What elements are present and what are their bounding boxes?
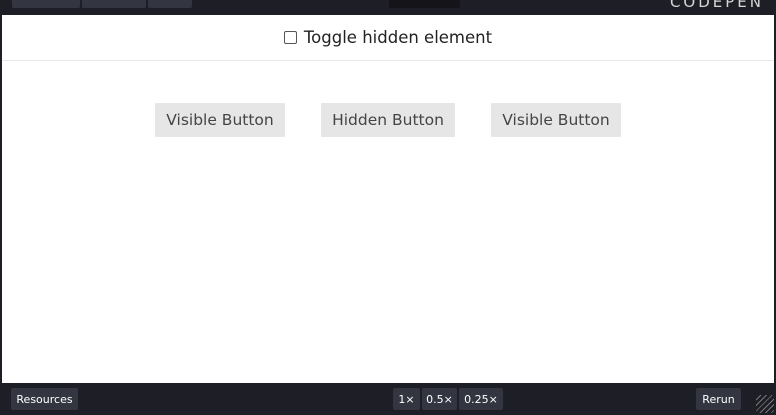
toggle-row: Toggle hidden element xyxy=(2,15,774,61)
zoom-0-5x-button[interactable]: 0.5× xyxy=(422,388,457,410)
editor-tab-css[interactable] xyxy=(82,0,146,8)
hidden-button[interactable]: Hidden Button xyxy=(321,103,455,137)
editor-tab-result[interactable] xyxy=(389,0,460,8)
result-pane: Toggle hidden element Visible Button Hid… xyxy=(2,15,774,383)
rerun-button[interactable]: Rerun xyxy=(696,388,741,410)
resize-grip-icon[interactable] xyxy=(756,395,774,413)
codepen-embed: CODEPEN Toggle hidden element Visible Bu… xyxy=(0,0,776,415)
editor-tab-js[interactable] xyxy=(148,0,192,8)
zoom-0-25x-button[interactable]: 0.25× xyxy=(459,388,503,410)
zoom-1x-button[interactable]: 1× xyxy=(393,388,420,410)
toggle-hidden-checkbox[interactable] xyxy=(283,31,297,44)
editor-tab-html[interactable] xyxy=(12,0,80,8)
toggle-hidden-label[interactable]: Toggle hidden element xyxy=(283,28,493,47)
visible-button-1[interactable]: Visible Button xyxy=(155,103,285,137)
bottom-bar: Resources 1× 0.5× 0.25× Rerun xyxy=(0,383,776,415)
top-bar: CODEPEN xyxy=(0,0,776,15)
codepen-logo[interactable]: CODEPEN xyxy=(670,0,764,11)
toggle-hidden-text: Toggle hidden element xyxy=(303,28,493,47)
resources-button[interactable]: Resources xyxy=(11,388,78,410)
visible-button-2[interactable]: Visible Button xyxy=(491,103,621,137)
